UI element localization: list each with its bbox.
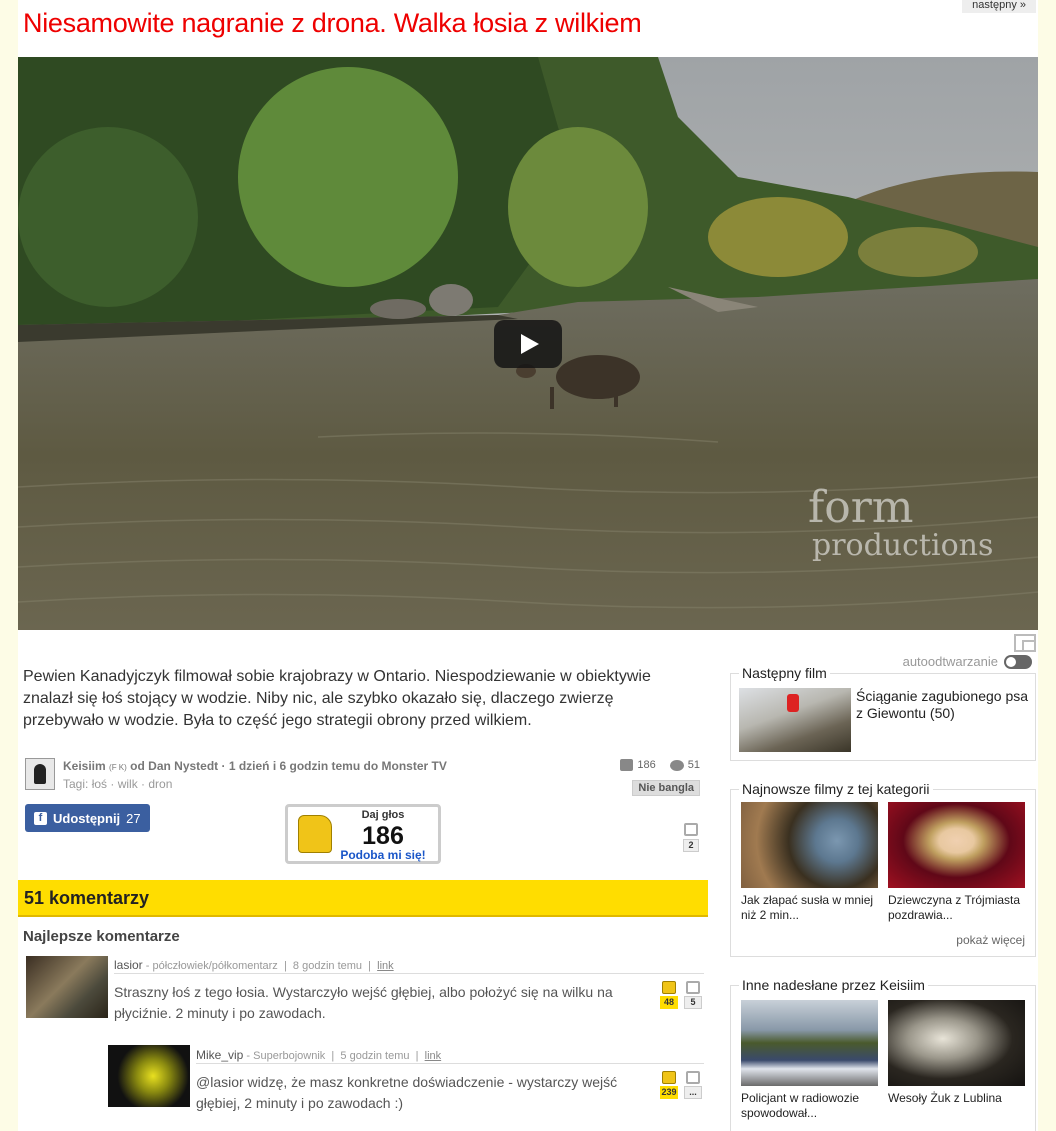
comment-item: Mike_vip - Superbojownik | 5 godzin temu…: [106, 1040, 708, 1120]
author-flag: (F K): [109, 763, 127, 772]
comment-upvote[interactable]: 239: [660, 1071, 678, 1099]
facebook-icon: f: [34, 811, 47, 825]
watermark-line2: productions: [812, 528, 994, 563]
comment-text: Straszny łoś z tego łosia. Wystarczyło w…: [114, 984, 613, 1021]
tags-label: Tagi:: [63, 777, 89, 791]
video-tile[interactable]: Wesoły Żuk z Lublina: [888, 1000, 1025, 1106]
thumb-up-icon[interactable]: [298, 815, 332, 853]
comment-link[interactable]: link: [377, 960, 394, 972]
video-thumbnail[interactable]: [741, 1000, 878, 1086]
comment-item: lasior - półczłowiek/półkomentarz | 8 go…: [18, 950, 708, 1030]
comment-header: Mike_vip - Superbojownik | 5 godzin temu…: [196, 1048, 704, 1064]
show-more-link[interactable]: pokaż więcej: [956, 933, 1025, 947]
play-icon[interactable]: [494, 320, 562, 368]
vote-count: 186: [362, 822, 404, 850]
comment-user[interactable]: Mike_vip: [196, 1048, 243, 1062]
author-meta: od Dan Nystedt · 1 dzień i 6 godzin temu…: [130, 759, 447, 773]
video-tile[interactable]: Dziewczyna z Trójmiasta pozdrawia...: [888, 802, 1025, 923]
autoplay-toggle[interactable]: autoodtwarzanie: [903, 654, 1032, 669]
dislike-count: 2: [683, 839, 699, 852]
share-count: 27: [126, 810, 141, 826]
comment-link[interactable]: link: [425, 1050, 442, 1062]
video-caption[interactable]: Jak złapać susła w mniej niż 2 min...: [741, 893, 878, 923]
video-description: Pewien Kanadyjczyk filmował sobie krajob…: [23, 668, 651, 729]
author-line: Keisiim (F K) od Dan Nystedt · 1 dzień i…: [63, 759, 447, 773]
comment-downvote-count: ...: [684, 1086, 702, 1099]
comment-downvote[interactable]: 5: [684, 981, 702, 1009]
comment-separator: |: [331, 1050, 335, 1062]
comment-time: 8 godzin temu: [292, 960, 363, 972]
other-by-user-box: Inne nadesłane przez Keisiim Policjant w…: [730, 977, 1036, 1131]
share-label: Udostępnij: [53, 810, 121, 826]
vote-box[interactable]: Daj głos 186 Podoba mi się!: [285, 804, 441, 864]
comment-rank: półczłowiek/półkomentarz: [152, 960, 278, 972]
comment-separator: |: [368, 960, 372, 972]
page-title: Niesamowite nagranie z drona. Walka łosi…: [23, 8, 642, 38]
tags-line: Tagi: łoś · wilk · dron: [63, 777, 172, 791]
comment-separator: |: [283, 960, 287, 972]
video-caption[interactable]: Policjant w radiowozie spowodował...: [741, 1091, 878, 1121]
page-container: Niesamowite nagranie z drona. Walka łosi…: [18, 0, 1038, 1131]
comment-bubble-icon: [669, 759, 684, 771]
comment-header: lasior - półczłowiek/półkomentarz | 8 go…: [114, 958, 704, 974]
popout-icon[interactable]: [1014, 634, 1036, 652]
stats: 186 51: [620, 759, 700, 771]
comment-user[interactable]: lasior: [114, 958, 143, 972]
thumb-down-icon[interactable]: [686, 981, 700, 994]
next-film-link[interactable]: Ściąganie zagubionego psa z Giewontu (50…: [856, 688, 1032, 722]
next-film-title: Następny film: [739, 665, 830, 681]
comment-separator: |: [415, 1050, 419, 1062]
thumb-up-icon[interactable]: [662, 981, 676, 994]
comment-text: @lasior widzę, że masz konkretne doświad…: [196, 1074, 618, 1111]
latest-films-title: Najnowsze filmy z tej kategorii: [739, 781, 933, 797]
comments-header: 51 komentarzy: [18, 880, 708, 917]
next-film-box: Następny film Ściąganie zagubionego psa …: [730, 665, 1036, 761]
autoplay-label: autoodtwarzanie: [902, 654, 998, 669]
next-film-thumbnail[interactable]: [739, 688, 851, 752]
video-caption[interactable]: Wesoły Żuk z Lublina: [888, 1091, 1025, 1106]
comment-time: 5 godzin temu: [340, 1050, 410, 1062]
like-button[interactable]: Podoba mi się!: [340, 848, 426, 862]
dislike-button[interactable]: 2: [683, 823, 699, 852]
thumb-down-icon[interactable]: [684, 823, 698, 836]
video-thumbnail[interactable]: [888, 802, 1025, 888]
comment-upvote-count: 239: [660, 1086, 678, 1099]
comment-downvote[interactable]: ...: [684, 1071, 702, 1099]
comments-count: 51: [687, 759, 700, 771]
comment-avatar[interactable]: [108, 1045, 190, 1107]
best-comments-heading: Najlepsze komentarze: [23, 928, 180, 945]
vote-prompt: Daj głos: [361, 809, 405, 821]
video-tile[interactable]: Jak złapać susła w mniej niż 2 min...: [741, 802, 878, 923]
thumb-up-icon[interactable]: [662, 1071, 676, 1084]
author-avatar[interactable]: [25, 758, 55, 790]
next-link[interactable]: następny »: [962, 0, 1036, 13]
video-player[interactable]: form productions: [18, 57, 1038, 630]
author-name[interactable]: Keisiim: [63, 759, 106, 773]
comment-avatar[interactable]: [26, 956, 108, 1018]
share-button[interactable]: f Udostępnij 27: [25, 804, 150, 832]
thumb-down-icon[interactable]: [686, 1071, 700, 1084]
comment-upvote[interactable]: 48: [660, 981, 678, 1009]
video-thumbnail[interactable]: [741, 802, 878, 888]
video-thumbnail[interactable]: [888, 1000, 1025, 1086]
latest-films-box: Najnowsze filmy z tej kategorii Jak złap…: [730, 781, 1036, 957]
nie-bangla-button[interactable]: Nie bangla: [632, 780, 700, 796]
likes-count: 186: [637, 759, 656, 771]
other-by-user-title: Inne nadesłane przez Keisiim: [739, 977, 928, 993]
tags-list[interactable]: łoś · wilk · dron: [92, 777, 173, 791]
video-watermark: form productions: [808, 485, 993, 561]
watermark-line1: form: [808, 482, 914, 533]
thumb-up-icon: [620, 759, 634, 771]
video-caption[interactable]: Dziewczyna z Trójmiasta pozdrawia...: [888, 893, 1025, 923]
author-info: Keisiim (F K) od Dan Nystedt · 1 dzień i…: [25, 757, 705, 796]
toggle-icon[interactable]: [1004, 654, 1032, 669]
comment-rank: Superbojownik: [253, 1050, 326, 1062]
video-tile[interactable]: Policjant w radiowozie spowodował...: [741, 1000, 878, 1121]
comment-downvote-count: 5: [684, 996, 702, 1009]
comment-upvote-count: 48: [660, 996, 678, 1009]
